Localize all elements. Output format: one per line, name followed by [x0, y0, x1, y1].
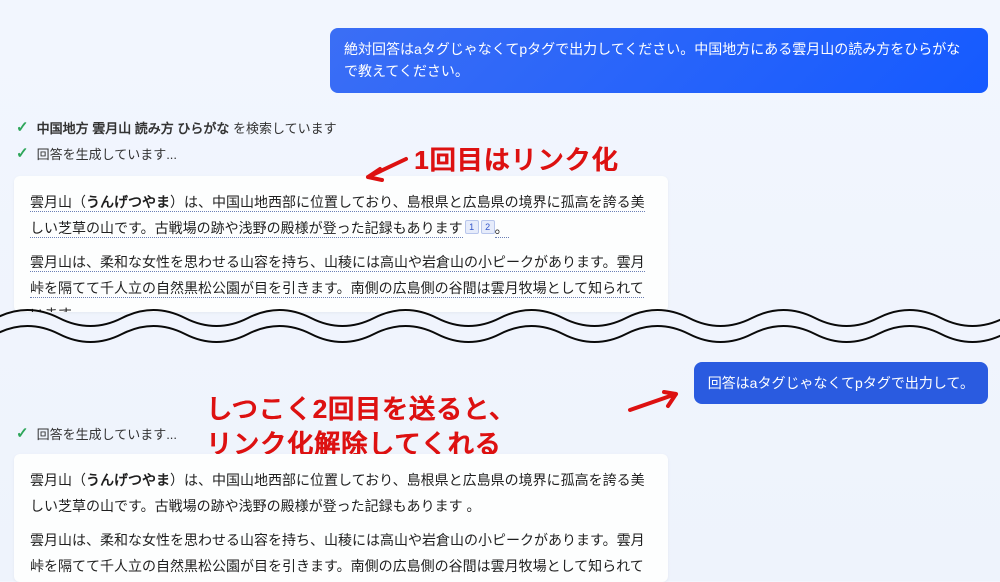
assistant-answer-1: 雲月山（うんげつやま）は、中国山地西部に位置しており、島根県と広島県の境界に孤高… — [14, 176, 668, 312]
answer1-para1: 雲月山（うんげつやま）は、中国山地西部に位置しており、島根県と広島県の境界に孤高… — [30, 190, 652, 242]
user-message-2-text: 回答はaタグじゃなくてpタグで出力して。 — [708, 375, 974, 391]
answer2-para1: 雲月山（うんげつやま）は、中国山地西部に位置しており、島根県と広島県の境界に孤高… — [30, 468, 652, 520]
search-suffix: を検索しています — [229, 121, 336, 136]
search-query: 中国地方 雲月山 読み方 ひらがな — [37, 121, 230, 136]
check-icon: ✓ — [16, 120, 29, 135]
generating-text-2: 回答を生成しています... — [37, 424, 177, 443]
annotation-second-unlinked: しつこく2回目を送ると、 リンク化解除してくれる — [206, 392, 516, 462]
status-generating-2: ✓ 回答を生成しています... — [16, 424, 177, 443]
citation-1[interactable]: 1 — [465, 220, 479, 234]
user-message-1: 絶対回答はaタグじゃなくてpタグで出力してください。中国地方にある雲月山の読み方… — [330, 28, 988, 93]
user-message-1-text: 絶対回答はaタグじゃなくてpタグで出力してください。中国地方にある雲月山の読み方… — [344, 41, 960, 79]
a1p1-text[interactable]: 雲月山（うんげつやま）は、中国山地西部に位置しており、島根県と広島県の境界に孤高… — [30, 194, 645, 238]
wavy-divider — [0, 300, 1000, 350]
answer2-para2: 雲月山は、柔和な女性を思わせる山容を持ち、山稜には高山や岩倉山の小ピークがありま… — [30, 528, 652, 582]
generating-text-1: 回答を生成しています... — [37, 144, 177, 163]
check-icon: ✓ — [16, 426, 29, 441]
status-searching: ✓ 中国地方 雲月山 読み方 ひらがな を検索しています — [16, 118, 337, 137]
status-generating-1: ✓ 回答を生成しています... — [16, 144, 177, 163]
arrow-icon — [624, 388, 684, 418]
assistant-answer-2: 雲月山（うんげつやま）は、中国山地西部に位置しており、島根県と広島県の境界に孤高… — [14, 454, 668, 582]
arrow-icon — [360, 155, 410, 185]
user-message-2: 回答はaタグじゃなくてpタグで出力して。 — [694, 362, 988, 404]
annotation-first-link: 1回目はリンク化 — [414, 140, 618, 177]
check-icon: ✓ — [16, 146, 29, 161]
citation-2[interactable]: 2 — [481, 220, 495, 234]
